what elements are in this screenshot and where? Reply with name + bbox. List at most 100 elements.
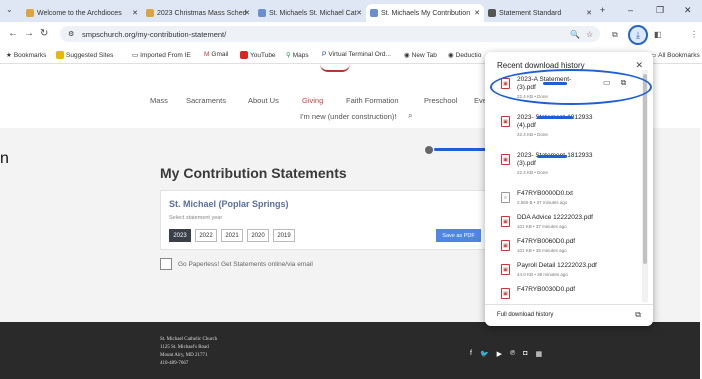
year-2021-button[interactable]: 2021 bbox=[221, 229, 243, 242]
full-history-row[interactable]: Full download history ⧉ bbox=[485, 304, 653, 326]
tab-search-button[interactable]: ⌄ bbox=[6, 5, 13, 14]
tab-2[interactable]: 2023 Christmas Mass Sched ✕ bbox=[142, 4, 254, 22]
close-window-icon[interactable]: ✕ bbox=[684, 5, 692, 16]
download-filename: Payroll Detail 12222023.pdf bbox=[517, 262, 597, 269]
nav-about-us[interactable]: About Us bbox=[248, 96, 279, 105]
ie-icon bbox=[56, 51, 64, 59]
pdf-file-icon: ▣ bbox=[501, 154, 510, 165]
tab-4[interactable]: St. Michaels My Contribution ✕ bbox=[366, 4, 484, 22]
year-2020-button[interactable]: 2020 bbox=[247, 229, 269, 242]
flocknote-icon[interactable]: ▦ bbox=[535, 350, 542, 358]
save-pdf-button[interactable]: Save as PDF bbox=[436, 229, 481, 242]
pdf-file-icon: ▣ bbox=[501, 288, 510, 299]
bookmark-youtube[interactable]: YouTube bbox=[240, 51, 276, 59]
twitter-icon[interactable]: 🐦 bbox=[480, 350, 489, 358]
select-year-label: Select statement year bbox=[169, 215, 223, 221]
bookmark-all[interactable]: ▭ All Bookmarks bbox=[650, 51, 700, 60]
youtube-icon bbox=[240, 51, 248, 59]
scroll-thumb[interactable] bbox=[643, 74, 647, 264]
truncated-text: n bbox=[0, 150, 9, 167]
bookmark-bookmarks[interactable]: ★ Bookmarks bbox=[6, 51, 46, 60]
facebook-icon[interactable]: f bbox=[470, 350, 472, 358]
close-icon[interactable]: ✕ bbox=[132, 9, 138, 17]
bookmark-suggested-sites[interactable]: Suggested Sites bbox=[56, 51, 113, 59]
download-meta: 101 KB • 37 minutes ago bbox=[517, 224, 567, 229]
download-meta: 101 KB • 38 minutes ago bbox=[517, 248, 567, 253]
year-2019-button[interactable]: 2019 bbox=[273, 229, 295, 242]
bookmark-imported[interactable]: ▭ Imported From IE bbox=[132, 51, 191, 60]
download-meta: 44.0 KB • 38 minutes ago bbox=[517, 272, 568, 277]
maximize-icon[interactable]: ❐ bbox=[656, 5, 664, 16]
nav-im-new[interactable]: I'm new (under construction)! bbox=[300, 112, 396, 121]
nav-giving[interactable]: Giving bbox=[302, 96, 323, 105]
church-logo bbox=[320, 64, 350, 72]
download-filename: DDA Advice 12222023.pdf bbox=[517, 214, 593, 221]
pinterest-icon[interactable]: ℗ bbox=[510, 350, 515, 358]
tab-1-title: Welcome to the Archdioces bbox=[37, 9, 122, 17]
download-meta: 22.4 KB • Done bbox=[517, 132, 548, 137]
sidebar-icon[interactable]: ◧ bbox=[654, 30, 662, 39]
address-text: smpschurch.org/my-contribution-statement… bbox=[82, 29, 227, 39]
youtube-icon[interactable]: ▶ bbox=[497, 350, 502, 358]
menu-icon[interactable]: ⋮ bbox=[690, 30, 698, 39]
scrollbar[interactable] bbox=[642, 70, 648, 302]
paperless-checkbox[interactable] bbox=[160, 258, 172, 270]
statement-card: St. Michael (Poplar Springs) Select stat… bbox=[160, 190, 490, 250]
nav-preschool[interactable]: Preschool bbox=[424, 96, 457, 105]
footer-line: Mount Airy, MD 21771 bbox=[160, 353, 208, 358]
open-external-icon[interactable]: ⧉ bbox=[635, 310, 641, 320]
paypal-icon: P bbox=[322, 51, 327, 58]
pdf-file-icon: ▣ bbox=[501, 216, 510, 227]
forward-icon[interactable]: → bbox=[24, 28, 34, 39]
bookmark-maps[interactable]: ⚲ Maps bbox=[286, 51, 309, 60]
highlight-circle bbox=[490, 69, 652, 105]
download-filename: F47RYB0060D0.pdf bbox=[517, 238, 576, 245]
tab-1[interactable]: Welcome to the Archdioces ✕ bbox=[22, 4, 142, 22]
download-filename: F47RYB0030D0.pdf bbox=[517, 286, 576, 293]
download-icon[interactable]: ⤓ bbox=[628, 25, 648, 45]
nav-sacraments[interactable]: Sacraments bbox=[186, 96, 226, 105]
footer-line: 1125 St. Michael's Road bbox=[160, 345, 209, 350]
bookmark-new-tab[interactable]: ◉ New Tab bbox=[404, 51, 437, 60]
globe-icon: ◉ bbox=[448, 52, 454, 59]
tab-3-favicon bbox=[258, 9, 266, 17]
pdf-file-icon: ▣ bbox=[501, 264, 510, 275]
minimize-icon[interactable]: – bbox=[628, 5, 633, 15]
year-2022-button[interactable]: 2022 bbox=[195, 229, 217, 242]
bookmark-gmail[interactable]: M Gmail bbox=[204, 51, 228, 58]
tab-5-title: Statement Standard bbox=[499, 9, 562, 17]
instagram-icon[interactable]: ◘ bbox=[523, 350, 527, 358]
site-info-icon[interactable]: ⚙ bbox=[68, 30, 74, 38]
star-icon: ★ bbox=[6, 52, 12, 59]
text-file-icon: ≡ bbox=[501, 192, 510, 203]
tab-strip: ⌄ Welcome to the Archdioces ✕ 2023 Christ… bbox=[0, 0, 702, 22]
reload-icon[interactable]: ↻ bbox=[40, 28, 48, 39]
full-history-link[interactable]: Full download history bbox=[497, 312, 553, 318]
tab-5[interactable]: Statement Standard ✕ bbox=[484, 4, 596, 22]
tab-2-title: 2023 Christmas Mass Sched bbox=[157, 9, 247, 17]
bookmark-deductio[interactable]: ◉ Deductio bbox=[448, 51, 481, 60]
bookmark-virtual-terminal[interactable]: P Virtual Terminal Ord... bbox=[322, 51, 391, 58]
close-icon[interactable]: ✕ bbox=[474, 9, 480, 17]
tab-3[interactable]: St. Michaels St. Michael Cat ✕ bbox=[254, 4, 366, 22]
address-input[interactable]: ⚙ smpschurch.org/my-contribution-stateme… bbox=[60, 26, 600, 42]
close-icon[interactable]: ✕ bbox=[244, 9, 250, 17]
back-icon[interactable]: ← bbox=[8, 28, 18, 39]
download-filename: 2023- Statement-1812933(4).pdf bbox=[517, 114, 593, 129]
nav-faith-formation[interactable]: Faith Formation bbox=[346, 96, 399, 105]
tab-5-favicon bbox=[488, 9, 496, 17]
year-selector: 2023 2022 2021 2020 2019 bbox=[169, 229, 295, 242]
year-2023-button[interactable]: 2023 bbox=[169, 229, 191, 242]
extensions-icon[interactable]: ⧉ bbox=[612, 30, 618, 40]
zoom-icon[interactable]: 🔍 bbox=[570, 30, 580, 39]
close-icon[interactable]: ✕ bbox=[586, 9, 592, 17]
site-footer bbox=[0, 322, 700, 379]
nav-mass[interactable]: Mass bbox=[150, 96, 168, 105]
new-tab-button[interactable]: + bbox=[600, 5, 605, 15]
redaction-mark bbox=[537, 155, 567, 158]
star-icon[interactable]: ☆ bbox=[586, 30, 593, 39]
download-filename: F47RYB0000D0.txt bbox=[517, 190, 573, 197]
search-icon[interactable]: ⌕ bbox=[408, 111, 412, 121]
folder-icon: ▭ bbox=[132, 52, 139, 59]
close-icon[interactable]: ✕ bbox=[356, 9, 362, 17]
